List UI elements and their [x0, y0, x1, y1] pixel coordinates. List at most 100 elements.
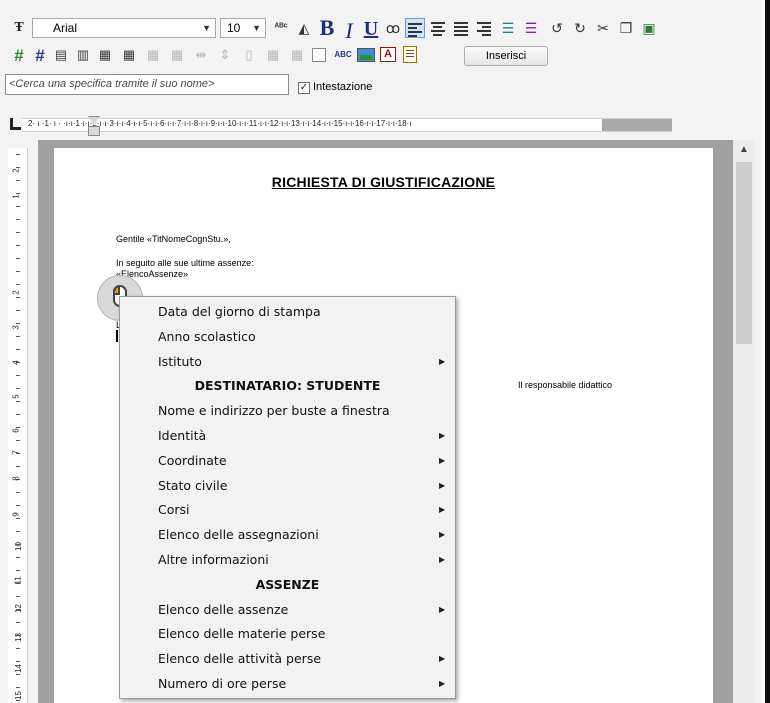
cut-icon[interactable]: ✂ [593, 18, 613, 38]
align-right-icon[interactable] [474, 18, 494, 38]
submenu-arrow-icon: ▶ [439, 455, 446, 465]
delete-column-icon: ▦ [290, 47, 304, 62]
horizontal-ruler[interactable]: 2· ı ·1· ı · ·ı·ı·1·ı·ı·2·ı·ı·3·ı·ı·4·ı·… [0, 115, 762, 137]
font-size-select[interactable]: 10 ▼ [220, 18, 266, 38]
ruler-number: 6 [11, 428, 21, 433]
delete-row-icon: ▦ [266, 47, 280, 62]
menu-item[interactable]: Coordinate ▶ [120, 449, 455, 473]
menu-item-label: Identità [158, 428, 207, 443]
chevron-down-icon[interactable]: ▼ [252, 19, 261, 37]
menu-item-label: Istituto [158, 353, 202, 369]
menu-item-label: Data del giorno di stampa [158, 304, 321, 319]
window-edge [765, 0, 770, 703]
undo-icon[interactable]: ↺ [547, 18, 567, 38]
italic-icon[interactable]: I [339, 18, 359, 43]
menu-item-label: Elenco delle assegnazioni [158, 527, 319, 543]
header-checkbox[interactable]: ✓ [298, 82, 310, 94]
submenu-arrow-icon: ▶ [439, 604, 446, 614]
menu-section-header: DESTINATARIO: STUDENTE [120, 374, 455, 398]
field-search-input[interactable]: <Cerca una specifica tramite il suo nome… [5, 74, 289, 95]
ruler-right-margin [602, 118, 672, 132]
menu-item-label: DESTINATARIO: STUDENTE [194, 378, 381, 394]
ruler-number: 2 [11, 290, 21, 295]
ruler-number: 11 [13, 576, 23, 585]
insert-toolbar: # # ▤ ▥ ▦ ▦ ▦ ▦ ⇹ ⇕ ▯ ▦ ▦ ABC A Inserisc… [0, 44, 762, 70]
decrease-indent-icon[interactable]: ☰ [498, 18, 518, 38]
bold-icon[interactable]: B [317, 17, 337, 39]
body-line-1: In seguito alle sue ultime assenze: [116, 258, 254, 268]
ruler-numbers: 2· ı ·1· ı · ·ı·ı·1·ı·ı·2·ı·ı·3·ı·ı·4·ı·… [28, 119, 412, 128]
chevron-down-icon[interactable]: ▼ [202, 19, 211, 37]
menu-item[interactable]: Data del giorno di stampa [120, 300, 455, 324]
scroll-up-icon[interactable]: ▲ [733, 140, 755, 160]
submenu-arrow-icon: ▶ [439, 555, 446, 564]
font-size-value: 10 [227, 21, 241, 35]
scrollbar-thumb[interactable] [736, 162, 752, 344]
table-columns-icon[interactable]: ▥ [74, 46, 92, 64]
menu-item[interactable]: Identità ▶ [120, 424, 455, 448]
tab-stop-selector-icon[interactable] [10, 118, 21, 130]
redo-icon[interactable]: ↻ [570, 18, 590, 38]
submenu-arrow-icon: ▶ [439, 356, 446, 366]
menu-item-label: Nome e indirizzo per buste a finestra [158, 403, 390, 419]
table-icon[interactable]: ▦ [120, 46, 138, 64]
ruler-number: 13 [13, 633, 23, 642]
formatting-toolbar: Ŧ Arial ▼ 10 ▼ ᴬᴮᶜ ◭ B I U ꝏ ☰ ☰ ↺ ↻ ✂ ❐… [0, 0, 762, 44]
ruler-number: 4 [11, 360, 21, 365]
paste-icon[interactable]: ▣ [639, 18, 659, 38]
menu-item[interactable]: Elenco delle assegnazioni ▶ [120, 523, 455, 547]
submenu-arrow-icon: ▶ [439, 505, 446, 515]
ruler-number: 8 [11, 476, 21, 481]
insert-field-icon[interactable]: # [10, 46, 28, 65]
menu-item[interactable]: Altre informazioni ▶ [120, 548, 455, 572]
signature-text: Il responsabile didattico [518, 380, 613, 390]
text-box-icon[interactable]: ABC [331, 50, 355, 60]
editor-window: Ŧ Arial ▼ 10 ▼ ᴬᴮᶜ ◭ B I U ꝏ ☰ ☰ ↺ ↻ ✂ ❐… [0, 0, 770, 703]
vertical-scrollbar[interactable]: ▲ [733, 140, 755, 703]
increase-indent-icon[interactable]: ☰ [521, 18, 541, 38]
insert-button[interactable]: Inserisci [464, 46, 548, 66]
menu-item-label: Stato civile [158, 477, 228, 493]
menu-item[interactable]: Numero di ore perse ▶ [120, 672, 455, 696]
align-left-icon[interactable] [405, 18, 425, 38]
ruler-number: 14 [13, 664, 23, 673]
strikethrough-icon[interactable]: ꝏ [383, 18, 403, 38]
left-indent-handle[interactable] [88, 126, 100, 136]
menu-item[interactable]: Istituto ▶ [120, 350, 455, 374]
menu-item[interactable]: Stato civile ▶ [120, 474, 455, 498]
vertical-ruler: 2 1 2 3 4 5 6 7 8 9 10 11 12 13 14 15 [8, 148, 28, 703]
menu-item[interactable]: Elenco delle materie perse [120, 622, 455, 646]
ruler-number: 10 [13, 542, 23, 551]
image-icon[interactable] [357, 48, 375, 62]
ruler-number: 2 [11, 168, 21, 173]
justify-icon[interactable] [451, 18, 471, 38]
menu-item[interactable]: Elenco delle attività perse ▶ [120, 647, 455, 671]
submenu-arrow-icon: ▶ [439, 679, 446, 688]
menu-item[interactable]: Anno scolastico [120, 325, 455, 349]
font-family-value: Arial [53, 21, 78, 35]
table-rows-icon[interactable]: ▤ [52, 46, 70, 64]
submenu-arrow-icon: ▶ [439, 480, 446, 490]
menu-item-label: Anno scolastico [158, 328, 256, 344]
table-grid-icon[interactable]: ▦ [96, 46, 114, 64]
submenu-arrow-icon: ▶ [439, 431, 446, 440]
ruler-number: 3 [11, 325, 21, 330]
document-icon[interactable] [403, 46, 417, 63]
highlighter-icon[interactable]: ◭ [294, 18, 314, 38]
copy-icon[interactable]: ❐ [616, 18, 636, 38]
wordart-icon[interactable]: A [380, 47, 396, 62]
insert-number-icon[interactable]: # [31, 46, 49, 65]
frame-icon[interactable] [312, 48, 326, 62]
ruler-number: 15 [13, 691, 23, 700]
ruler-number: 7 [11, 450, 21, 455]
menu-item[interactable]: Corsi ▶ [120, 498, 455, 522]
spellcheck-icon[interactable]: ᴬᴮᶜ [271, 18, 291, 38]
menu-item[interactable]: Nome e indirizzo per buste a finestra [120, 399, 455, 423]
menu-item[interactable]: Elenco delle assenze ▶ [120, 598, 455, 622]
text-cursor [116, 330, 118, 342]
font-family-select[interactable]: Arial ▼ [32, 18, 216, 38]
ruler-ticks [8, 148, 27, 703]
align-center-icon[interactable] [428, 18, 448, 38]
underline-icon[interactable]: U [361, 18, 381, 40]
document-title: RICHIESTA DI GIUSTIFICAZIONE [271, 174, 496, 190]
